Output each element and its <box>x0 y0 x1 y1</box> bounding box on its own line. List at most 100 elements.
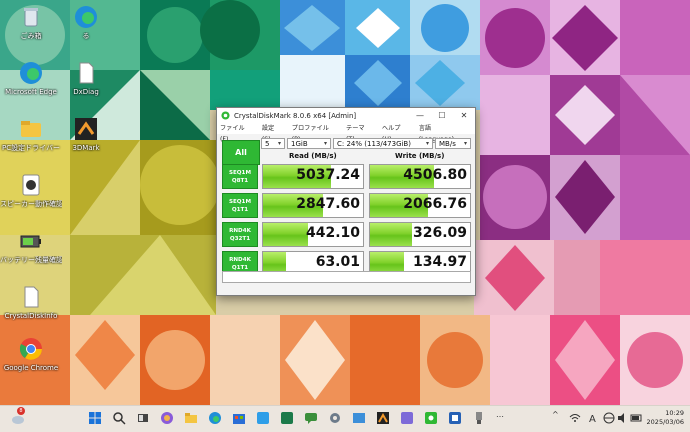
write-value: 4506.80 <box>403 167 467 183</box>
desktop-icon-microsoft-edge[interactable]: Microsoft Edge <box>0 60 62 97</box>
desktop-icon-label: 3DMark <box>72 144 100 152</box>
taskbar: 8 … ^ A 10:29 2025/03/06 <box>0 405 690 432</box>
test-row-seq1m-q8t1: SEQ1M Q8T1 5037.24 4506.80 <box>222 164 471 189</box>
minimize-button[interactable]: — <box>409 111 431 120</box>
app-icon-13[interactable] <box>400 411 414 425</box>
weather-widget[interactable]: 8 <box>10 407 26 426</box>
crystaldiskmark-taskbar-icon[interactable] <box>424 411 438 425</box>
read-value: 5037.24 <box>296 167 360 183</box>
read-result: 442.10 <box>262 222 364 247</box>
close-button[interactable]: ✕ <box>453 111 475 120</box>
recycle-bin-icon <box>18 4 44 30</box>
app-icon-8[interactable] <box>280 411 294 425</box>
desktop-icon-3dmark[interactable]: 3DMark <box>55 116 117 153</box>
usb-icon[interactable] <box>472 411 486 425</box>
size-value: 1GiB <box>291 139 308 148</box>
desktop-icon-recycle-bin[interactable]: ごみ箱 <box>0 4 62 41</box>
search-icon[interactable] <box>112 411 126 425</box>
test-params: Q32T1 <box>229 236 251 242</box>
crystaldiskmark-window: CrystalDiskMark 8.0.6 x64 [Admin] — ☐ ✕ … <box>216 107 476 296</box>
read-result: 5037.24 <box>262 164 364 189</box>
edge-taskbar-icon[interactable] <box>208 411 222 425</box>
test-name: SEQ1M <box>228 199 252 205</box>
chevron-down-icon: ▾ <box>425 140 429 147</box>
network-icon[interactable] <box>568 411 582 425</box>
crystaldiskmark-app-icon <box>221 111 230 120</box>
write-value: 134.97 <box>412 254 467 270</box>
test-row-rnd4k-q32t1: RND4K Q32T1 442.10 326.09 <box>222 222 471 247</box>
task-view-icon[interactable] <box>136 411 150 425</box>
desktop-icon-google-chrome[interactable]: Google Chrome <box>0 336 62 373</box>
menu-file[interactable]: ファイル(F) <box>220 123 253 143</box>
file-icon <box>18 284 44 310</box>
test-button-seq1m-q1t1[interactable]: SEQ1M Q1T1 <box>222 193 258 218</box>
tray-chevron-icon[interactable]: ^ <box>552 410 559 419</box>
svg-text:A: A <box>589 414 596 425</box>
font-icon[interactable]: A <box>586 411 600 425</box>
all-button[interactable]: All <box>222 140 260 165</box>
count-value: 5 <box>265 139 270 148</box>
test-name: SEQ1M <box>228 170 252 176</box>
write-result: 326.09 <box>369 222 471 247</box>
write-value: 2066.76 <box>403 196 467 212</box>
test-row-seq1m-q1t1: SEQ1M Q1T1 2847.60 2066.76 <box>222 193 471 218</box>
volume-icon[interactable] <box>616 411 630 425</box>
count-select[interactable]: 5 ▾ <box>261 138 285 149</box>
test-button-seq1m-q8t1[interactable]: SEQ1M Q8T1 <box>222 164 258 189</box>
chat-icon[interactable] <box>304 411 318 425</box>
clock-time: 10:29 <box>665 409 684 417</box>
drive-value: C: 24% (113/473GiB) <box>337 139 411 148</box>
desktop-icon-label: DxDiag <box>73 88 99 96</box>
desktop-icon-edge-shortcut[interactable]: る <box>55 4 117 41</box>
edge-icon <box>18 60 44 86</box>
chevron-down-icon: ▾ <box>277 140 281 147</box>
clock-date: 2025/03/06 <box>646 418 684 426</box>
read-result: 2847.60 <box>262 193 364 218</box>
write-result: 4506.80 <box>369 164 471 189</box>
file-icon <box>73 60 99 86</box>
3dmark-icon <box>73 116 99 142</box>
desktop-icon-speaker-test[interactable]: スピーカー動作確認 <box>0 172 62 209</box>
menu-settings[interactable]: 設定(S) <box>262 123 283 143</box>
crystaldiskinfo-taskbar-icon[interactable] <box>448 411 462 425</box>
desktop-icon-label: Microsoft Edge <box>5 88 57 96</box>
test-button-rnd4k-q32t1[interactable]: RND4K Q32T1 <box>222 222 258 247</box>
copilot-icon[interactable] <box>160 411 174 425</box>
file-explorer-icon[interactable] <box>184 411 198 425</box>
globe-icon[interactable] <box>602 411 616 425</box>
title-bar[interactable]: CrystalDiskMark 8.0.6 x64 [Admin] — ☐ ✕ <box>217 108 475 123</box>
size-select[interactable]: 1GiB ▾ <box>287 138 331 149</box>
menu-help[interactable]: ヘルプ(H) <box>382 123 410 143</box>
app-icon-11[interactable] <box>352 411 366 425</box>
menu-language[interactable]: 言語(Language) <box>419 123 466 143</box>
maximize-button[interactable]: ☐ <box>431 111 453 120</box>
desktop-icon-label: バッテリー残量確認 <box>0 256 62 264</box>
test-name: RND4K <box>229 257 251 263</box>
system-clock[interactable]: 10:29 2025/03/06 <box>647 409 684 427</box>
more-icon[interactable]: … <box>496 410 504 419</box>
battery-tray-icon[interactable] <box>630 411 644 425</box>
unit-select[interactable]: MB/s ▾ <box>435 138 471 149</box>
app-icon-7[interactable] <box>256 411 270 425</box>
battery-icon <box>18 228 44 254</box>
desktop-icon-pc-settings[interactable]: PC設定ドライバー <box>0 116 62 153</box>
store-icon[interactable] <box>232 411 246 425</box>
read-value: 63.01 <box>315 254 360 270</box>
read-column-header: Read (MB/s) <box>289 152 337 160</box>
test-params: Q1T1 <box>231 207 249 213</box>
settings-icon[interactable] <box>328 411 342 425</box>
start-icon[interactable] <box>88 411 102 425</box>
desktop-icon-label: スピーカー動作確認 <box>0 200 62 208</box>
unit-value: MB/s <box>439 139 456 148</box>
menu-profile[interactable]: プロファイル(P) <box>292 123 337 143</box>
menu-theme[interactable]: テーマ(T) <box>346 123 373 143</box>
desktop-icon-crystaldiskinfo[interactable]: CrystalDiskInfo <box>0 284 62 321</box>
desktop-icon-dxdiag[interactable]: DxDiag <box>55 60 117 97</box>
drive-select[interactable]: C: 24% (113/473GiB) ▾ <box>333 138 433 149</box>
write-value: 326.09 <box>412 225 467 241</box>
write-result: 2066.76 <box>369 193 471 218</box>
comment-field[interactable] <box>222 271 471 283</box>
desktop-icon-battery-check[interactable]: バッテリー残量確認 <box>0 228 62 265</box>
window-title: CrystalDiskMark 8.0.6 x64 [Admin] <box>234 111 357 120</box>
3dmark-taskbar-icon[interactable] <box>376 411 390 425</box>
